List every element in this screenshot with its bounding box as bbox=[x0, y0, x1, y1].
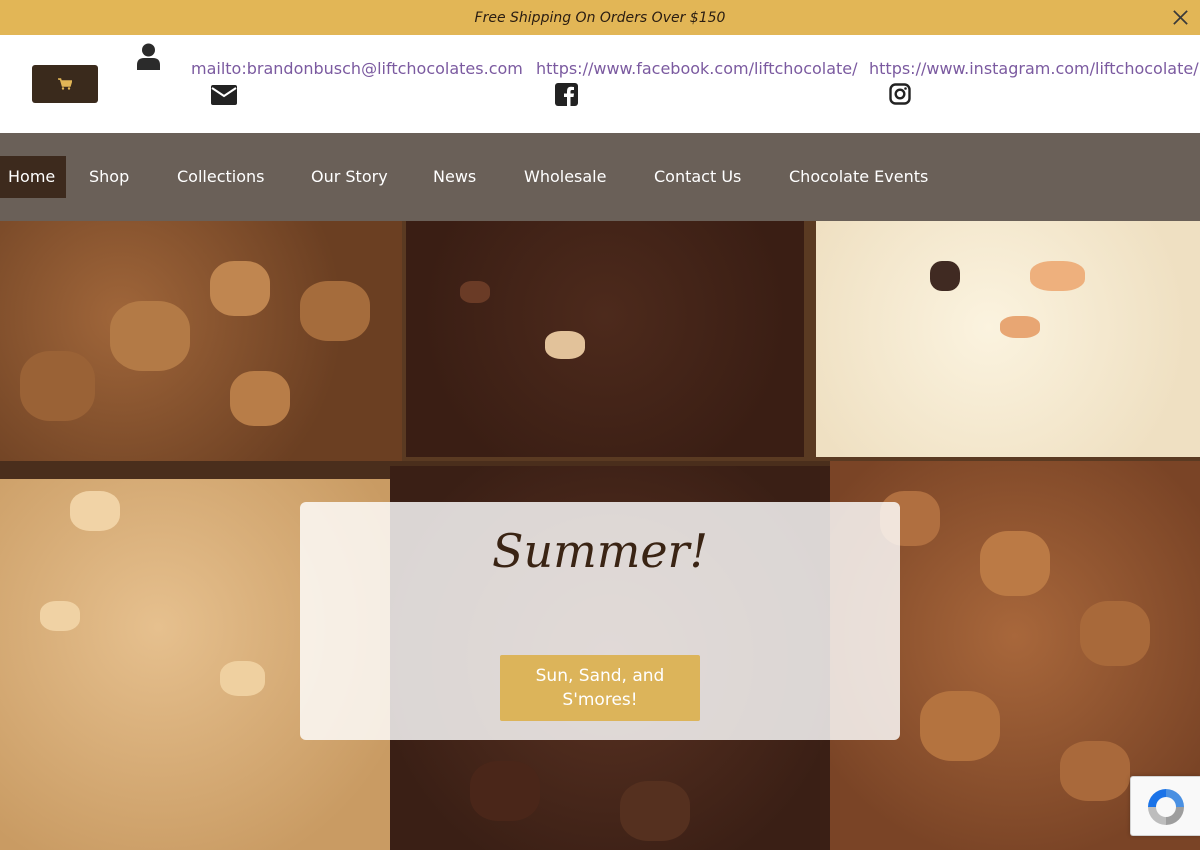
recaptcha-badge[interactable] bbox=[1130, 776, 1200, 836]
main-nav: Home Shop Collections Our Story News Who… bbox=[0, 133, 1200, 221]
recaptcha-icon bbox=[1148, 789, 1184, 825]
nav-chocolate-events[interactable]: Chocolate Events bbox=[789, 156, 928, 198]
hero-title: Summer! bbox=[491, 524, 709, 578]
nav-contact-us[interactable]: Contact Us bbox=[654, 156, 741, 198]
close-icon[interactable] bbox=[1171, 8, 1190, 27]
hero-cta-button[interactable]: Sun, Sand, and S'mores! bbox=[500, 655, 700, 721]
facebook-link[interactable]: https://www.facebook.com/liftchocolate/ bbox=[536, 59, 858, 78]
instagram-icon[interactable] bbox=[889, 83, 911, 105]
nav-collections[interactable]: Collections bbox=[177, 156, 264, 198]
facebook-icon[interactable] bbox=[555, 83, 578, 106]
hero-card: Summer! Sun, Sand, and S'mores! bbox=[300, 502, 900, 740]
site-header: mailto:brandonbusch@liftchocolates.com h… bbox=[0, 35, 1200, 133]
hero-banner: Summer! Sun, Sand, and S'mores! bbox=[0, 221, 1200, 850]
nav-news[interactable]: News bbox=[433, 156, 476, 198]
instagram-link[interactable]: https://www.instagram.com/liftchocolate/ bbox=[869, 59, 1199, 78]
announcement-bar: Free Shipping On Orders Over $150 bbox=[0, 0, 1200, 35]
nav-shop[interactable]: Shop bbox=[89, 156, 129, 198]
email-link[interactable]: mailto:brandonbusch@liftchocolates.com bbox=[191, 59, 523, 78]
announcement-text: Free Shipping On Orders Over $150 bbox=[474, 9, 726, 26]
nav-wholesale[interactable]: Wholesale bbox=[524, 156, 606, 198]
nav-our-story[interactable]: Our Story bbox=[311, 156, 388, 198]
envelope-icon[interactable] bbox=[211, 85, 237, 105]
cart-icon bbox=[58, 78, 72, 90]
cart-button[interactable] bbox=[32, 65, 98, 103]
user-icon[interactable] bbox=[136, 43, 161, 70]
nav-home[interactable]: Home bbox=[0, 156, 66, 198]
